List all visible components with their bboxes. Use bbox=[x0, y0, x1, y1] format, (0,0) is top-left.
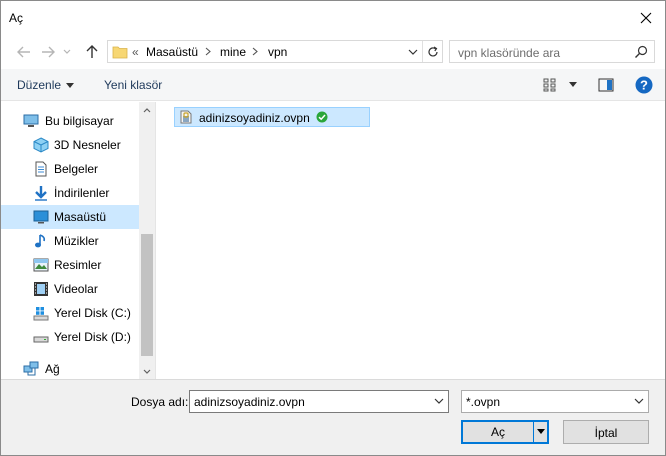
tree-item-this-pc[interactable]: Bu bilgisayar bbox=[1, 109, 139, 133]
search-placeholder: vpn klasöründe ara bbox=[458, 46, 561, 60]
close-button[interactable] bbox=[631, 3, 661, 33]
organize-button[interactable]: Düzenle bbox=[17, 78, 75, 92]
sync-status-icon bbox=[316, 111, 328, 123]
tree-item-local-disk-c[interactable]: Yerel Disk (C:) bbox=[1, 301, 139, 325]
computer-icon bbox=[23, 114, 39, 127]
split-divider bbox=[533, 421, 534, 443]
filetype-value: *.ovpn bbox=[466, 395, 501, 409]
new-folder-button[interactable]: Yeni klasör bbox=[104, 78, 162, 92]
tree-label: Videolar bbox=[54, 282, 98, 296]
tree-item-3d-objects[interactable]: 3D Nesneler bbox=[1, 133, 139, 157]
navigation-row: « Masaüstü mine vpn vpn klasöründe ara bbox=[1, 37, 665, 67]
tree-item-downloads[interactable]: İndirilenler bbox=[1, 181, 139, 205]
breadcrumb-vpn[interactable]: vpn bbox=[268, 45, 287, 59]
open-button[interactable]: Aç bbox=[461, 420, 549, 444]
forward-button[interactable] bbox=[39, 43, 57, 61]
tree-item-pictures[interactable]: Resimler bbox=[1, 253, 139, 277]
tree-label: Belgeler bbox=[54, 162, 99, 176]
arrow-right-icon bbox=[42, 46, 55, 58]
tree-item-local-disk-d[interactable]: Yerel Disk (D:) bbox=[1, 325, 139, 349]
chevron-down-icon bbox=[408, 49, 418, 55]
tree-item-music[interactable]: Müzikler bbox=[1, 229, 139, 253]
preview-pane-icon[interactable] bbox=[598, 78, 614, 92]
file-name: adinizsoyadiniz.ovpn bbox=[199, 111, 310, 125]
music-icon bbox=[35, 234, 46, 248]
cancel-button[interactable]: İptal bbox=[563, 420, 649, 444]
filename-input[interactable]: adinizsoyadiniz.ovpn bbox=[189, 390, 449, 413]
scroll-down-button[interactable] bbox=[139, 363, 155, 379]
up-button[interactable] bbox=[83, 43, 101, 61]
dialog-footer: Dosya adı: adinizsoyadiniz.ovpn *.ovpn A… bbox=[1, 379, 665, 455]
chevron-down-icon[interactable] bbox=[434, 396, 444, 406]
config-file-icon bbox=[180, 110, 192, 124]
tree-label: Bu bilgisayar bbox=[45, 114, 114, 128]
nav-scrollbar[interactable] bbox=[139, 102, 155, 379]
breadcrumb-desktop[interactable]: Masaüstü bbox=[146, 45, 198, 59]
search-icon[interactable] bbox=[634, 45, 648, 59]
recent-locations-button[interactable] bbox=[61, 43, 73, 61]
svg-text:?: ? bbox=[640, 78, 648, 93]
search-input[interactable]: vpn klasöründe ara bbox=[449, 40, 655, 63]
arrow-left-icon bbox=[17, 46, 30, 58]
title-bar: Aç bbox=[1, 1, 665, 35]
open-options-arrow-icon[interactable] bbox=[537, 429, 545, 434]
drive-icon bbox=[33, 336, 49, 343]
command-bar: Düzenle Yeni klasör ? bbox=[1, 69, 665, 101]
refresh-button[interactable] bbox=[422, 41, 442, 62]
filetype-select[interactable]: *.ovpn bbox=[461, 390, 649, 413]
tree-label: İndirilenler bbox=[54, 186, 110, 200]
refresh-icon bbox=[427, 45, 438, 57]
chevron-up-icon bbox=[143, 107, 151, 112]
filename-label: Dosya adı: bbox=[131, 395, 189, 409]
tree-label: Resimler bbox=[54, 258, 102, 272]
folder-icon bbox=[112, 46, 128, 59]
chevron-down-icon bbox=[66, 83, 75, 89]
tree-label: 3D Nesneler bbox=[54, 138, 121, 152]
breadcrumb-overflow[interactable]: « bbox=[132, 45, 139, 59]
back-button[interactable] bbox=[15, 43, 33, 61]
chevron-down-icon bbox=[143, 369, 151, 374]
videos-icon bbox=[34, 282, 48, 296]
tree-label: Masaüstü bbox=[54, 210, 107, 224]
downloads-icon bbox=[35, 186, 47, 201]
close-icon bbox=[640, 12, 652, 24]
tree-label: Ağ bbox=[45, 362, 60, 376]
breadcrumb-mine[interactable]: mine bbox=[220, 45, 246, 59]
view-options-icon[interactable] bbox=[543, 78, 559, 92]
open-file-dialog: Aç « Masaüstü mine vpn vpn klasöründe ar… bbox=[0, 0, 666, 456]
file-list[interactable]: adinizsoyadiniz.ovpn bbox=[156, 102, 665, 379]
pictures-icon bbox=[33, 258, 49, 272]
scroll-thumb[interactable] bbox=[141, 234, 153, 356]
network-icon bbox=[23, 361, 39, 376]
open-label: Aç bbox=[491, 425, 506, 439]
tree-label: Müzikler bbox=[54, 234, 99, 248]
desktop-icon bbox=[33, 210, 49, 224]
tree-label: Yerel Disk (D:) bbox=[54, 330, 131, 344]
organize-label: Düzenle bbox=[17, 78, 62, 92]
cancel-label: İptal bbox=[594, 426, 618, 440]
filename-value: adinizsoyadiniz.ovpn bbox=[194, 395, 305, 409]
chevron-down-icon[interactable] bbox=[569, 82, 577, 88]
file-item[interactable]: adinizsoyadiniz.ovpn bbox=[174, 107, 370, 127]
breadcrumb-separator-icon[interactable] bbox=[203, 44, 213, 58]
tree-item-documents[interactable]: Belgeler bbox=[1, 157, 139, 181]
arrow-up-icon bbox=[86, 45, 98, 58]
address-bar[interactable]: « Masaüstü mine vpn bbox=[107, 40, 443, 63]
scroll-up-button[interactable] bbox=[139, 102, 155, 118]
tree-item-desktop[interactable]: Masaüstü bbox=[1, 205, 139, 229]
tree-item-videos[interactable]: Videolar bbox=[1, 277, 139, 301]
help-icon[interactable]: ? bbox=[635, 76, 653, 94]
windows-drive-icon bbox=[33, 307, 49, 321]
address-history-button[interactable] bbox=[404, 41, 422, 62]
chevron-down-icon bbox=[634, 398, 644, 404]
tree-item-network[interactable]: Ağ bbox=[1, 357, 139, 381]
navigation-pane: Bu bilgisayar 3D Nesneler Belgeler İndir… bbox=[1, 102, 155, 379]
window-title: Aç bbox=[9, 11, 24, 25]
3d-objects-icon bbox=[33, 137, 49, 153]
documents-icon bbox=[35, 161, 47, 177]
chevron-down-icon bbox=[63, 49, 71, 54]
tree-label: Yerel Disk (C:) bbox=[54, 306, 131, 320]
breadcrumb-separator-icon[interactable] bbox=[250, 44, 260, 58]
